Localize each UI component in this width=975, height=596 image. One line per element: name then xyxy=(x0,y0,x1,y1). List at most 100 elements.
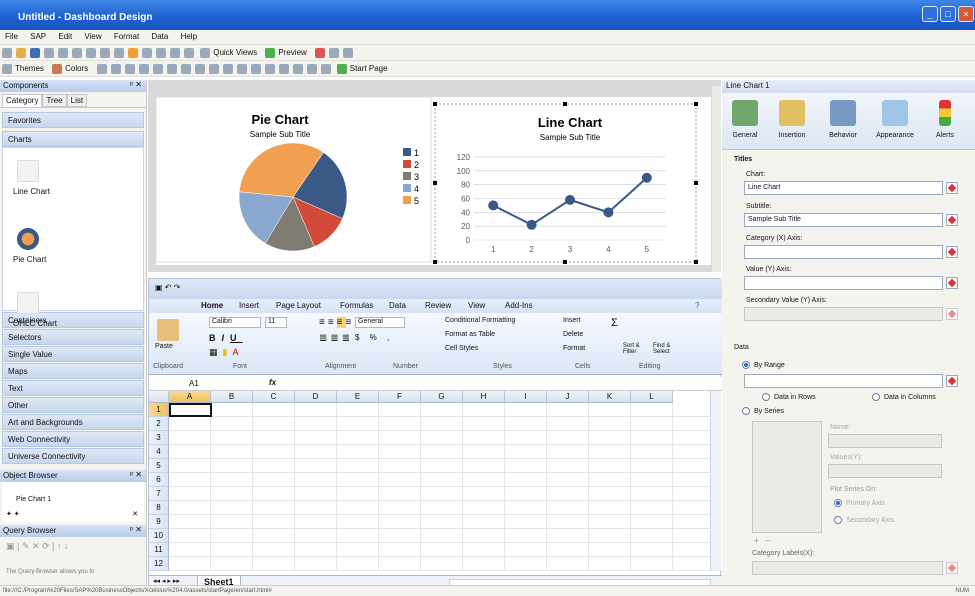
tab-view[interactable]: View xyxy=(468,301,485,310)
value-axis-cell-picker-icon[interactable] xyxy=(946,277,958,289)
save-icon[interactable]: ▣ xyxy=(155,283,163,292)
tab-list[interactable]: List xyxy=(66,94,88,107)
series-values-input[interactable] xyxy=(828,464,942,478)
tab-home[interactable]: Home xyxy=(201,301,223,310)
row-header-12[interactable]: 12 xyxy=(149,557,169,571)
selected-cell-a1[interactable] xyxy=(169,403,212,417)
menu-help[interactable]: Help xyxy=(176,30,202,41)
undo-icon[interactable]: ↶ xyxy=(165,283,172,292)
category-other[interactable]: Other xyxy=(2,397,144,413)
find-select-button[interactable]: Find & Select xyxy=(653,343,683,355)
row-header-1[interactable]: 1 xyxy=(149,403,169,417)
secondary-axis-input[interactable] xyxy=(744,307,943,321)
center-horizontal-icon[interactable] xyxy=(250,64,261,74)
start-page-icon[interactable] xyxy=(336,64,347,74)
value-axis-input[interactable] xyxy=(744,276,943,290)
selection-handle-2[interactable] xyxy=(694,102,698,106)
menu-format[interactable]: Format xyxy=(109,30,144,41)
link-icon[interactable] xyxy=(142,48,152,58)
column-header-H[interactable]: H xyxy=(463,391,505,403)
move-down-query-icon[interactable]: ↓ xyxy=(64,541,69,551)
range-input[interactable] xyxy=(744,374,943,388)
subtitle-input[interactable]: Sample Sub Title xyxy=(744,213,943,227)
themes-button[interactable]: Themes xyxy=(15,64,44,73)
delete-icon[interactable]: ✕ xyxy=(132,510,138,518)
move-up-query-icon[interactable]: ↑ xyxy=(57,541,62,551)
category-single-value[interactable]: Single Value xyxy=(2,346,144,362)
column-header-G[interactable]: G xyxy=(421,391,463,403)
move-up-icon[interactable]: ✦ ✦ xyxy=(6,510,20,518)
refresh-query-icon[interactable]: ⟳ xyxy=(42,541,50,551)
column-header-L[interactable]: L xyxy=(631,391,673,403)
category-labels-cell-picker-icon[interactable] xyxy=(946,562,958,574)
same-height-icon[interactable] xyxy=(194,64,205,74)
sheet-vertical-scrollbar[interactable] xyxy=(710,391,721,571)
tab-appearance[interactable]: Appearance xyxy=(872,98,918,139)
primary-axis-option[interactable]: Primary Axis xyxy=(834,499,885,507)
space-across-icon[interactable] xyxy=(222,64,233,74)
data-in-rows-option[interactable]: Data in Rows xyxy=(762,393,816,401)
align-center-icon[interactable] xyxy=(110,64,121,74)
help-icon[interactable]: ? xyxy=(695,301,699,310)
menu-sap[interactable]: SAP xyxy=(25,30,51,41)
category-favorites[interactable]: Favorites xyxy=(2,112,144,128)
column-header-E[interactable]: E xyxy=(337,391,379,403)
colors-icon[interactable] xyxy=(52,64,63,74)
canvas-scrollbar[interactable] xyxy=(712,86,721,272)
start-page-button[interactable]: Start Page xyxy=(350,64,388,73)
tab-behavior[interactable]: Behavior xyxy=(820,98,866,139)
object-browser-close-icon[interactable]: ᵖ ✕ xyxy=(130,470,142,479)
row-header-6[interactable]: 6 xyxy=(149,473,169,487)
column-header-K[interactable]: K xyxy=(589,391,631,403)
add-query-icon[interactable]: ▣ xyxy=(6,541,15,551)
sheet-nav-icons[interactable]: ◂◂ ◂ ▸ ▸▸ xyxy=(153,577,180,585)
font-size-select[interactable]: 11 xyxy=(265,317,287,328)
row-header-11[interactable]: 11 xyxy=(149,543,169,557)
category-charts[interactable]: Charts xyxy=(2,131,144,147)
range-cell-picker-icon[interactable] xyxy=(946,375,958,387)
sort-filter-button[interactable]: Sort & Filter xyxy=(623,343,651,355)
minimize-icon[interactable]: _ xyxy=(922,6,938,22)
data-in-columns-option[interactable]: Data in Columns xyxy=(872,393,936,401)
pie-chart-item[interactable]: Pie Chart xyxy=(3,228,143,286)
primary-axis-radio[interactable] xyxy=(834,499,842,507)
format-as-table-button[interactable]: Format as Table xyxy=(445,331,495,338)
conditional-formatting-button[interactable]: Conditional Formatting xyxy=(445,317,515,324)
open-icon[interactable] xyxy=(16,48,26,58)
tab-page-layout[interactable]: Page Layout xyxy=(276,301,321,310)
tab-alerts[interactable]: Alerts xyxy=(922,98,968,139)
delete-cells-button[interactable]: Delete xyxy=(563,331,583,338)
edit-query-icon[interactable]: ✎ xyxy=(22,541,30,551)
object-item-pie-chart[interactable]: Pie Chart 1 xyxy=(16,496,51,503)
panel-close-icon[interactable]: ᵖ ✕ xyxy=(130,80,142,89)
column-header-D[interactable]: D xyxy=(295,391,337,403)
category-labels-input[interactable] xyxy=(752,561,943,575)
selection-handle-7[interactable] xyxy=(694,260,698,264)
sum-icon[interactable]: Σ xyxy=(611,317,618,329)
quick-views-icon[interactable] xyxy=(200,48,211,58)
colors-button[interactable]: Colors xyxy=(65,64,88,73)
row-header-9[interactable]: 9 xyxy=(149,515,169,529)
format-cells-button[interactable]: Format xyxy=(563,345,585,352)
category-art-backgrounds[interactable]: Art and Backgrounds xyxy=(2,414,144,430)
row-header-4[interactable]: 4 xyxy=(149,445,169,459)
menu-data[interactable]: Data xyxy=(146,30,173,41)
column-header-A[interactable]: A xyxy=(169,391,211,403)
row-header-5[interactable]: 5 xyxy=(149,459,169,473)
menu-file[interactable]: File xyxy=(0,30,23,41)
add-remove-series-buttons[interactable]: + − xyxy=(754,536,770,545)
fx-icon[interactable]: fx xyxy=(269,378,276,387)
subtitle-cell-picker-icon[interactable] xyxy=(946,214,958,226)
align-left-icon[interactable] xyxy=(96,64,107,74)
insert-cells-button[interactable]: Insert xyxy=(563,317,581,324)
snapshot-icon[interactable] xyxy=(184,48,194,58)
maximize-icon[interactable]: □ xyxy=(940,6,956,22)
paste-icon[interactable] xyxy=(86,48,96,58)
chart-title-cell-picker-icon[interactable] xyxy=(946,182,958,194)
column-header-J[interactable]: J xyxy=(547,391,589,403)
paste-button[interactable]: Paste xyxy=(155,343,173,350)
category-text[interactable]: Text xyxy=(2,380,144,396)
share-icon[interactable] xyxy=(343,48,354,58)
themes-icon[interactable] xyxy=(2,64,12,74)
select-all-corner[interactable] xyxy=(149,391,169,403)
